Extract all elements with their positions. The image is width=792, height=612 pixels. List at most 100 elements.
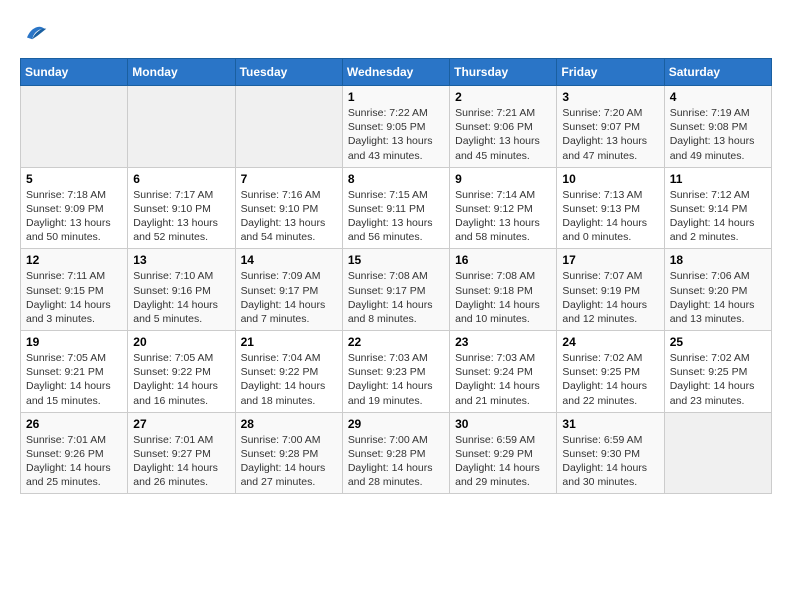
day-info: Sunrise: 7:00 AM Sunset: 9:28 PM Dayligh… bbox=[348, 433, 444, 490]
day-number: 27 bbox=[133, 417, 229, 431]
weekday-header: Thursday bbox=[450, 59, 557, 86]
day-info: Sunrise: 7:14 AM Sunset: 9:12 PM Dayligh… bbox=[455, 188, 551, 245]
logo bbox=[20, 20, 52, 48]
day-info: Sunrise: 7:08 AM Sunset: 9:18 PM Dayligh… bbox=[455, 269, 551, 326]
day-number: 22 bbox=[348, 335, 444, 349]
day-info: Sunrise: 7:16 AM Sunset: 9:10 PM Dayligh… bbox=[241, 188, 337, 245]
day-number: 4 bbox=[670, 90, 766, 104]
calendar-cell: 21 Sunrise: 7:04 AM Sunset: 9:22 PM Dayli… bbox=[235, 331, 342, 413]
day-info: Sunrise: 7:03 AM Sunset: 9:24 PM Dayligh… bbox=[455, 351, 551, 408]
day-info: Sunrise: 7:08 AM Sunset: 9:17 PM Dayligh… bbox=[348, 269, 444, 326]
day-info: Sunrise: 7:10 AM Sunset: 9:16 PM Dayligh… bbox=[133, 269, 229, 326]
day-number: 15 bbox=[348, 253, 444, 267]
calendar-cell: 10Sunrise: 7:13 AM Sunset: 9:13 PM Dayli… bbox=[557, 167, 664, 249]
day-info: Sunrise: 7:01 AM Sunset: 9:27 PM Dayligh… bbox=[133, 433, 229, 490]
weekday-header: Wednesday bbox=[342, 59, 449, 86]
day-info: Sunrise: 7:05 AM Sunset: 9:21 PM Dayligh… bbox=[26, 351, 122, 408]
day-number: 31 bbox=[562, 417, 658, 431]
day-number: 2 bbox=[455, 90, 551, 104]
day-info: Sunrise: 7:20 AM Sunset: 9:07 PM Dayligh… bbox=[562, 106, 658, 163]
calendar-cell: 8 Sunrise: 7:15 AM Sunset: 9:11 PM Daylig… bbox=[342, 167, 449, 249]
calendar-table: SundayMondayTuesdayWednesdayThursdayFrid… bbox=[20, 58, 772, 494]
calendar-week-row: 5 Sunrise: 7:18 AM Sunset: 9:09 PM Daylig… bbox=[21, 167, 772, 249]
day-number: 14 bbox=[241, 253, 337, 267]
day-number: 12 bbox=[26, 253, 122, 267]
day-number: 9 bbox=[455, 172, 551, 186]
day-number: 16 bbox=[455, 253, 551, 267]
calendar-cell: 1Sunrise: 7:22 AM Sunset: 9:05 PM Daylig… bbox=[342, 86, 449, 168]
day-number: 20 bbox=[133, 335, 229, 349]
day-info: Sunrise: 7:06 AM Sunset: 9:20 PM Dayligh… bbox=[670, 269, 766, 326]
day-number: 13 bbox=[133, 253, 229, 267]
day-number: 25 bbox=[670, 335, 766, 349]
calendar-week-row: 26 Sunrise: 7:01 AM Sunset: 9:26 PM Dayli… bbox=[21, 412, 772, 494]
day-info: Sunrise: 7:02 AM Sunset: 9:25 PM Dayligh… bbox=[670, 351, 766, 408]
calendar-cell: 7 Sunrise: 7:16 AM Sunset: 9:10 PM Daylig… bbox=[235, 167, 342, 249]
calendar-cell bbox=[664, 412, 771, 494]
calendar-cell: 28Sunrise: 7:00 AM Sunset: 9:28 PM Dayli… bbox=[235, 412, 342, 494]
day-number: 17 bbox=[562, 253, 658, 267]
day-info: Sunrise: 6:59 AM Sunset: 9:30 PM Dayligh… bbox=[562, 433, 658, 490]
day-number: 29 bbox=[348, 417, 444, 431]
day-info: Sunrise: 7:13 AM Sunset: 9:13 PM Dayligh… bbox=[562, 188, 658, 245]
calendar-cell bbox=[128, 86, 235, 168]
day-info: Sunrise: 7:07 AM Sunset: 9:19 PM Dayligh… bbox=[562, 269, 658, 326]
day-info: Sunrise: 7:01 AM Sunset: 9:26 PM Dayligh… bbox=[26, 433, 122, 490]
day-number: 24 bbox=[562, 335, 658, 349]
calendar-cell bbox=[21, 86, 128, 168]
day-info: Sunrise: 7:02 AM Sunset: 9:25 PM Dayligh… bbox=[562, 351, 658, 408]
calendar-cell: 18 Sunrise: 7:06 AM Sunset: 9:20 PM Dayli… bbox=[664, 249, 771, 331]
day-number: 7 bbox=[241, 172, 337, 186]
day-info: Sunrise: 7:04 AM Sunset: 9:22 PM Dayligh… bbox=[241, 351, 337, 408]
day-number: 8 bbox=[348, 172, 444, 186]
calendar-cell: 31 Sunrise: 6:59 AM Sunset: 9:30 PM Dayli… bbox=[557, 412, 664, 494]
day-info: Sunrise: 6:59 AM Sunset: 9:29 PM Dayligh… bbox=[455, 433, 551, 490]
calendar-cell: 12 Sunrise: 7:11 AM Sunset: 9:15 PM Dayli… bbox=[21, 249, 128, 331]
day-number: 11 bbox=[670, 172, 766, 186]
weekday-header: Monday bbox=[128, 59, 235, 86]
calendar-cell: 6 Sunrise: 7:17 AM Sunset: 9:10 PM Daylig… bbox=[128, 167, 235, 249]
day-number: 28 bbox=[241, 417, 337, 431]
weekday-header: Friday bbox=[557, 59, 664, 86]
calendar-cell: 29 Sunrise: 7:00 AM Sunset: 9:28 PM Dayli… bbox=[342, 412, 449, 494]
weekday-header-row: SundayMondayTuesdayWednesdayThursdayFrid… bbox=[21, 59, 772, 86]
calendar-week-row: 19Sunrise: 7:05 AM Sunset: 9:21 PM Dayli… bbox=[21, 331, 772, 413]
day-number: 21 bbox=[241, 335, 337, 349]
calendar-cell: 15 Sunrise: 7:08 AM Sunset: 9:17 PM Dayli… bbox=[342, 249, 449, 331]
calendar-cell: 27 Sunrise: 7:01 AM Sunset: 9:27 PM Dayli… bbox=[128, 412, 235, 494]
calendar-cell: 23Sunrise: 7:03 AM Sunset: 9:24 PM Dayli… bbox=[450, 331, 557, 413]
day-info: Sunrise: 7:17 AM Sunset: 9:10 PM Dayligh… bbox=[133, 188, 229, 245]
day-number: 6 bbox=[133, 172, 229, 186]
calendar-cell: 17 Sunrise: 7:07 AM Sunset: 9:19 PM Dayli… bbox=[557, 249, 664, 331]
calendar-cell: 25 Sunrise: 7:02 AM Sunset: 9:25 PM Dayli… bbox=[664, 331, 771, 413]
day-info: Sunrise: 7:18 AM Sunset: 9:09 PM Dayligh… bbox=[26, 188, 122, 245]
calendar-cell: 24 Sunrise: 7:02 AM Sunset: 9:25 PM Dayli… bbox=[557, 331, 664, 413]
day-info: Sunrise: 7:05 AM Sunset: 9:22 PM Dayligh… bbox=[133, 351, 229, 408]
day-number: 18 bbox=[670, 253, 766, 267]
day-number: 5 bbox=[26, 172, 122, 186]
calendar-cell: 16 Sunrise: 7:08 AM Sunset: 9:18 PM Dayli… bbox=[450, 249, 557, 331]
day-info: Sunrise: 7:09 AM Sunset: 9:17 PM Dayligh… bbox=[241, 269, 337, 326]
day-info: Sunrise: 7:15 AM Sunset: 9:11 PM Dayligh… bbox=[348, 188, 444, 245]
calendar-cell: 20 Sunrise: 7:05 AM Sunset: 9:22 PM Dayli… bbox=[128, 331, 235, 413]
page-header bbox=[20, 20, 772, 48]
calendar-body: 1Sunrise: 7:22 AM Sunset: 9:05 PM Daylig… bbox=[21, 86, 772, 494]
day-number: 3 bbox=[562, 90, 658, 104]
day-number: 26 bbox=[26, 417, 122, 431]
day-number: 1 bbox=[348, 90, 444, 104]
logo-icon bbox=[20, 20, 48, 48]
calendar-week-row: 1Sunrise: 7:22 AM Sunset: 9:05 PM Daylig… bbox=[21, 86, 772, 168]
weekday-header: Tuesday bbox=[235, 59, 342, 86]
calendar-cell: 30 Sunrise: 6:59 AM Sunset: 9:29 PM Dayli… bbox=[450, 412, 557, 494]
weekday-header: Saturday bbox=[664, 59, 771, 86]
day-info: Sunrise: 7:19 AM Sunset: 9:08 PM Dayligh… bbox=[670, 106, 766, 163]
calendar-header: SundayMondayTuesdayWednesdayThursdayFrid… bbox=[21, 59, 772, 86]
calendar-cell: 11Sunrise: 7:12 AM Sunset: 9:14 PM Dayli… bbox=[664, 167, 771, 249]
calendar-cell: 5 Sunrise: 7:18 AM Sunset: 9:09 PM Daylig… bbox=[21, 167, 128, 249]
day-info: Sunrise: 7:21 AM Sunset: 9:06 PM Dayligh… bbox=[455, 106, 551, 163]
day-info: Sunrise: 7:11 AM Sunset: 9:15 PM Dayligh… bbox=[26, 269, 122, 326]
day-number: 30 bbox=[455, 417, 551, 431]
calendar-cell: 14 Sunrise: 7:09 AM Sunset: 9:17 PM Dayli… bbox=[235, 249, 342, 331]
calendar-cell: 3 Sunrise: 7:20 AM Sunset: 9:07 PM Daylig… bbox=[557, 86, 664, 168]
calendar-cell bbox=[235, 86, 342, 168]
